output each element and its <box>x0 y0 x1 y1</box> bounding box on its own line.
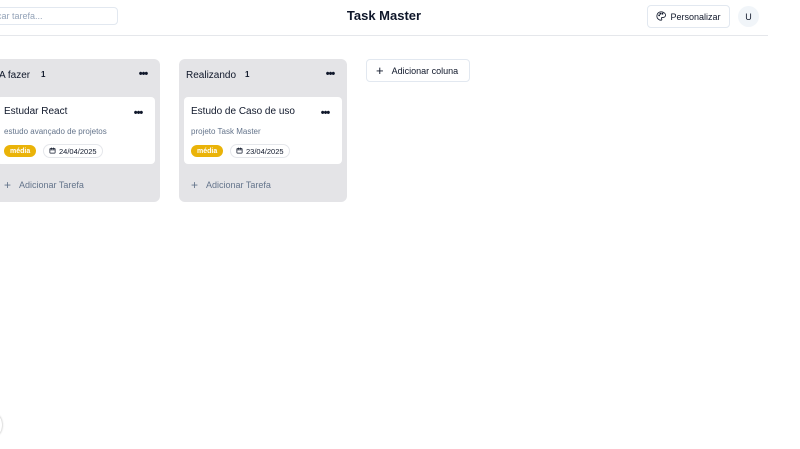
task-description: projeto Task Master <box>191 127 261 136</box>
calendar-icon <box>49 147 56 156</box>
due-date-text: 24/04/2025 <box>59 146 97 156</box>
add-task-button[interactable]: + Adicionar Tarefa <box>4 179 84 191</box>
more-horizontal-icon[interactable]: ••• <box>323 68 337 80</box>
more-horizontal-icon[interactable]: ••• <box>136 68 150 80</box>
user-avatar[interactable]: U <box>738 6 759 27</box>
column-a-fazer: A fazer 1 ••• Estudar React ••• estudo a… <box>0 59 160 202</box>
add-task-label: Adicionar Tarefa <box>19 180 84 190</box>
more-horizontal-icon[interactable]: ••• <box>131 107 145 119</box>
add-column-button[interactable]: + Adicionar coluna <box>366 59 470 82</box>
due-date-chip: 23/04/2025 <box>230 144 290 158</box>
column-header: A fazer 1 ••• <box>0 59 160 91</box>
plus-icon: + <box>191 178 199 192</box>
task-card[interactable]: Estudo de Caso de uso ••• projeto Task M… <box>184 97 342 164</box>
due-date-text: 23/04/2025 <box>246 146 284 156</box>
column-realizando: Realizando 1 ••• Estudo de Caso de uso •… <box>179 59 347 202</box>
column-count-badge: 1 <box>41 70 46 79</box>
palette-icon <box>656 10 667 23</box>
task-card[interactable]: Estudar React ••• estudo avançado de pro… <box>0 97 155 164</box>
add-task-label: Adicionar Tarefa <box>206 180 271 190</box>
customize-button[interactable]: Personalizar <box>647 5 730 28</box>
plus-icon: + <box>376 63 384 78</box>
column-header: Realizando 1 ••• <box>179 59 347 91</box>
priority-badge: média <box>4 145 37 157</box>
column-title: Realizando <box>186 70 237 81</box>
due-date-chip: 24/04/2025 <box>43 144 103 158</box>
column-title: A fazer <box>0 70 31 81</box>
task-title: Estudo de Caso de uso <box>191 106 295 117</box>
column-count-badge: 1 <box>245 70 250 79</box>
task-description: estudo avançado de projetos <box>4 127 107 136</box>
customize-label: Personalizar <box>670 11 721 22</box>
task-board-page: Task Master Personalizar U A fazer 1 •••… <box>0 0 800 449</box>
more-horizontal-icon[interactable]: ••• <box>318 107 332 119</box>
task-title: Estudar React <box>4 106 68 117</box>
plus-icon: + <box>4 178 12 192</box>
priority-badge: média <box>191 145 224 157</box>
top-header: Task Master Personalizar U <box>0 0 768 36</box>
calendar-icon <box>236 147 243 156</box>
floating-toggle[interactable] <box>0 415 2 435</box>
add-column-label: Adicionar coluna <box>391 65 459 76</box>
add-task-button[interactable]: + Adicionar Tarefa <box>191 179 271 191</box>
